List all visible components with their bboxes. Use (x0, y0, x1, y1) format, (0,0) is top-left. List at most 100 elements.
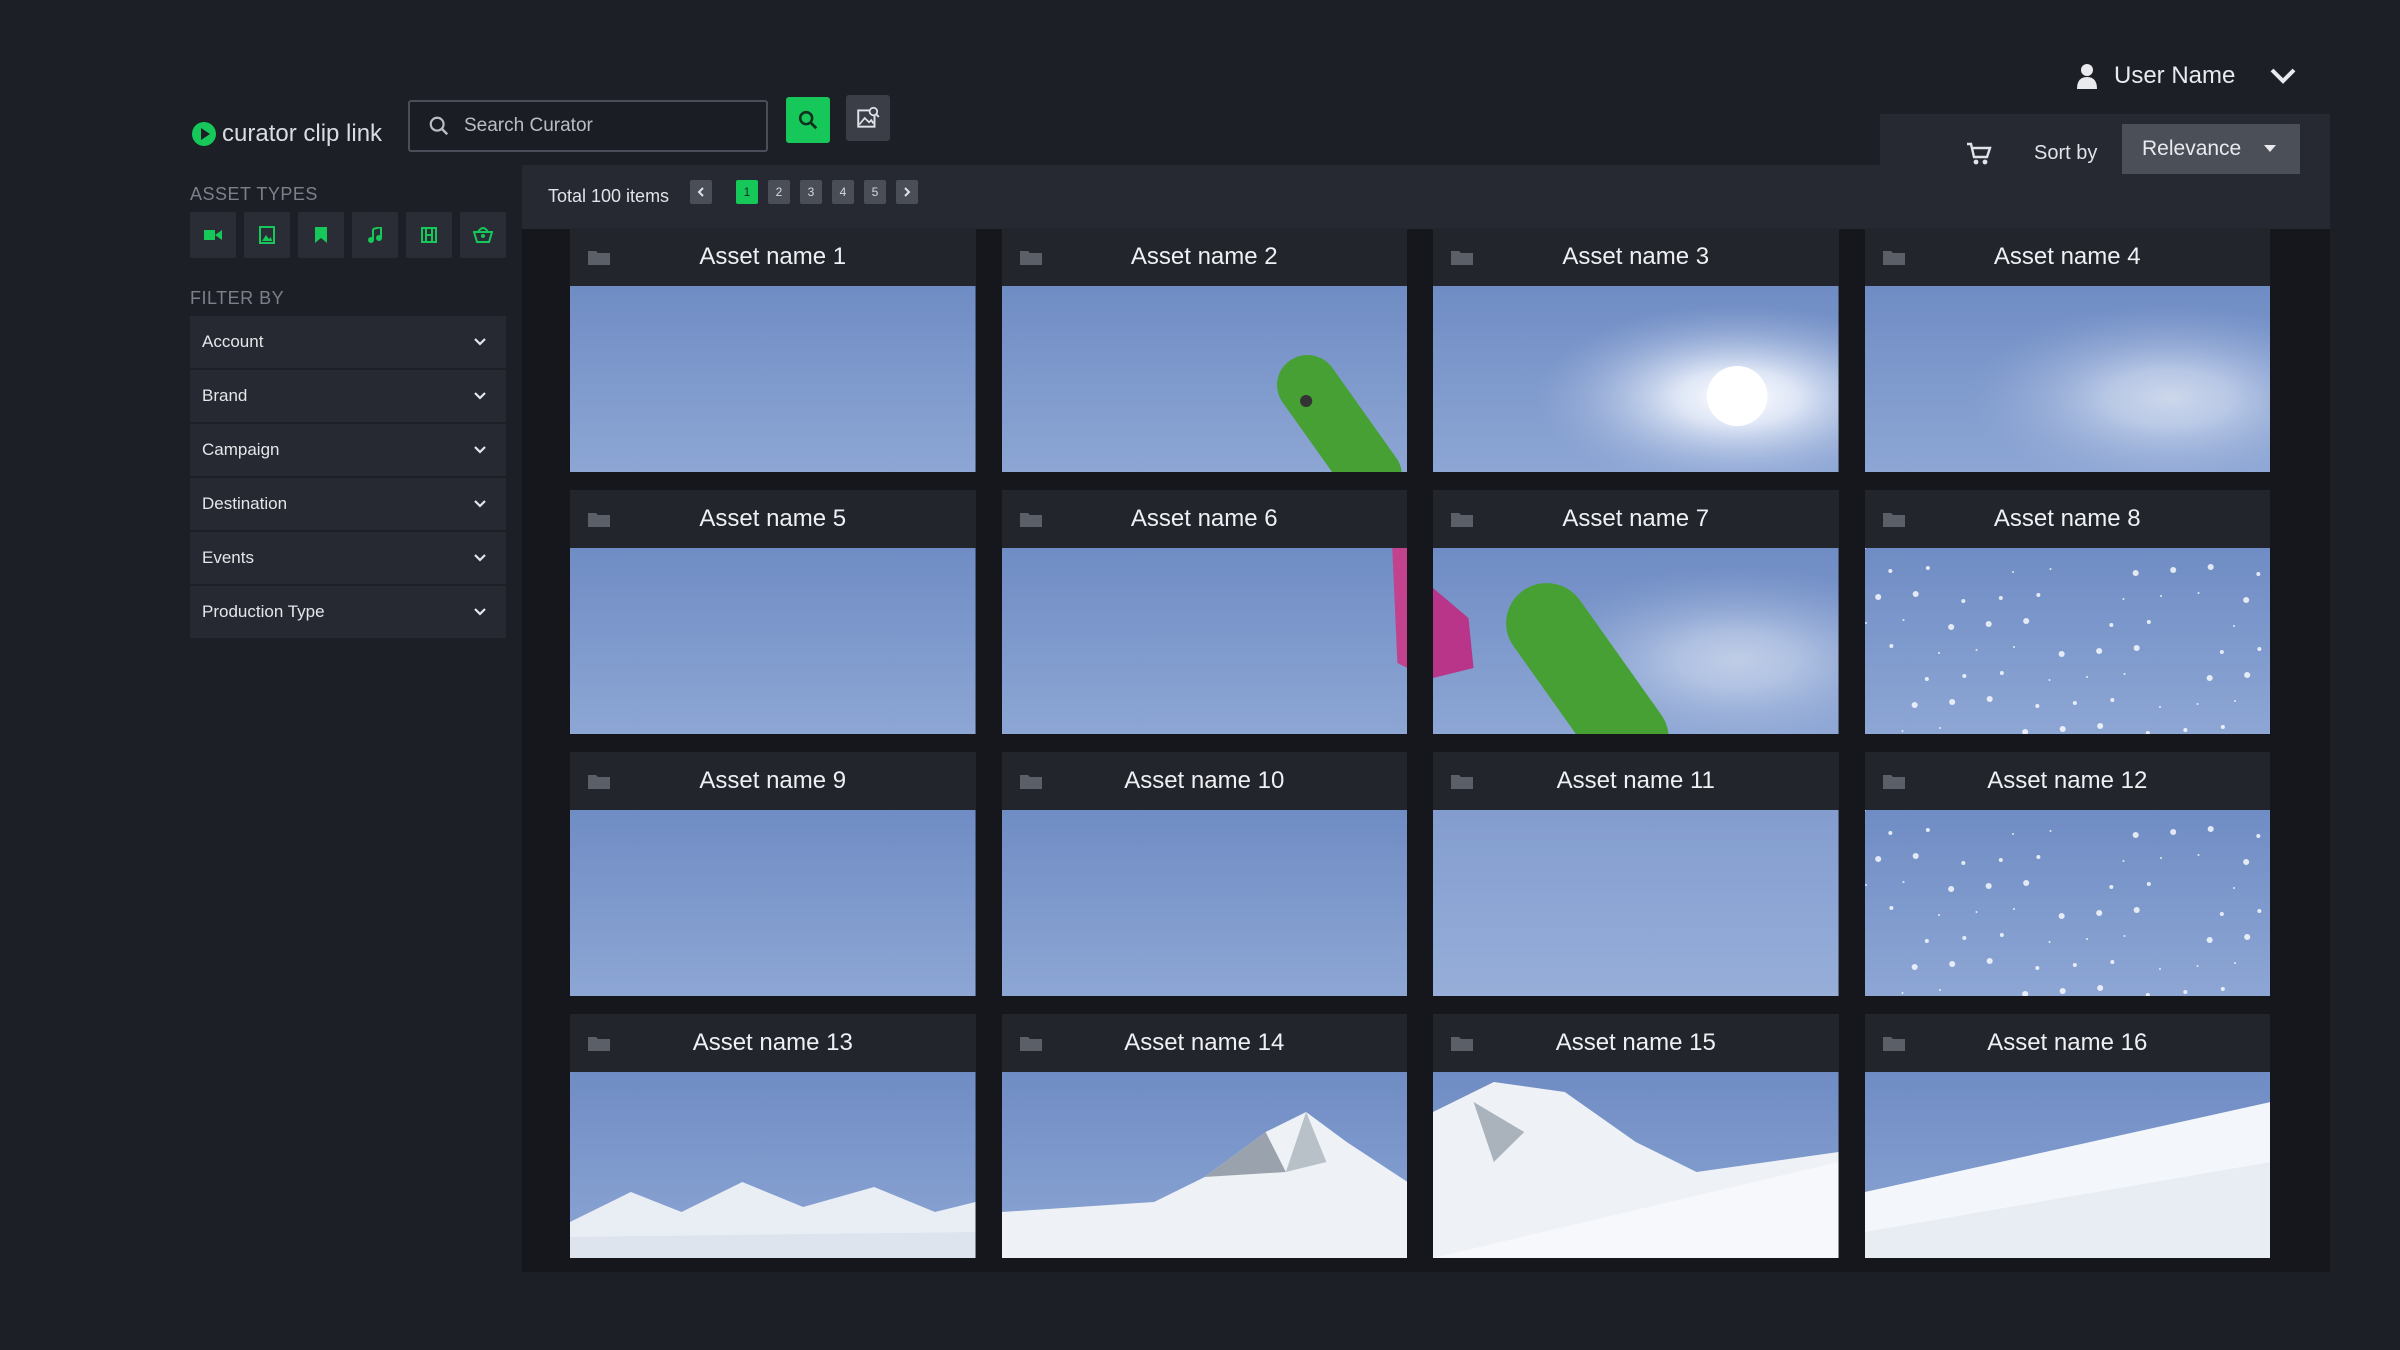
asset-type-audio[interactable] (352, 212, 398, 258)
user-icon (2077, 64, 2097, 89)
asset-thumbnail[interactable] (1001, 1072, 1407, 1258)
asset-name: Asset name 10 (1124, 767, 1285, 794)
asset-type-filters (190, 212, 506, 258)
asset-name: Asset name 6 (1130, 505, 1278, 532)
asset-thumbnail[interactable] (1864, 548, 2270, 734)
asset-card-header: Asset name 10 (1001, 752, 1407, 810)
asset-card-header: Asset name 9 (570, 752, 976, 810)
asset-thumbnail[interactable] (1433, 286, 1839, 472)
page-button-4[interactable]: 4 (832, 180, 854, 204)
asset-card[interactable]: Asset name 1 (570, 228, 976, 472)
asset-card[interactable]: Asset name 16 (1864, 1014, 2270, 1258)
prev-page-button[interactable] (690, 180, 712, 204)
asset-thumbnail[interactable] (1433, 1072, 1839, 1258)
search-button[interactable] (786, 97, 830, 143)
sort-value: Relevance (2142, 137, 2242, 160)
page-button-2[interactable]: 2 (768, 180, 790, 204)
asset-types-heading: ASSET TYPES (190, 184, 318, 204)
asset-thumbnail[interactable] (570, 1072, 976, 1258)
filter-list: Account Brand Campaign Destination Events Pro… (190, 316, 506, 640)
asset-thumbnail[interactable] (1001, 286, 1407, 472)
asset-card-header: Asset name 16 (1864, 1014, 2270, 1072)
asset-card-header: Asset name 1 (570, 228, 976, 286)
asset-type-film[interactable] (406, 212, 452, 258)
chevron-down-icon[interactable] (2269, 66, 2297, 86)
filter-label: Events (202, 548, 254, 567)
asset-thumbnail[interactable] (570, 810, 976, 996)
asset-card[interactable]: Asset name 2 (1001, 228, 1407, 472)
asset-name: Asset name 9 (699, 767, 847, 794)
asset-card-header: Asset name 6 (1001, 490, 1407, 548)
asset-thumbnail[interactable] (570, 286, 976, 472)
asset-card[interactable]: Asset name 9 (570, 752, 976, 996)
chevron-left-icon (697, 187, 704, 197)
filter-label: Campaign (202, 440, 280, 459)
asset-type-bookmark[interactable] (298, 212, 344, 258)
next-page-button[interactable] (896, 180, 918, 204)
film-icon (421, 227, 437, 243)
asset-name: Asset name 11 (1556, 767, 1715, 794)
asset-card[interactable]: Asset name 13 (570, 1014, 976, 1258)
asset-card[interactable]: Asset name 4 (1864, 228, 2270, 472)
asset-name: Asset name 5 (699, 505, 847, 532)
asset-card[interactable]: Asset name 15 (1433, 1014, 1839, 1258)
asset-thumbnail[interactable] (1433, 810, 1839, 996)
asset-card-header: Asset name 12 (1864, 752, 2270, 810)
asset-name: Asset name 4 (1993, 243, 2141, 270)
asset-card[interactable]: Asset name 11 (1433, 752, 1839, 996)
page-button-3[interactable]: 3 (800, 180, 822, 204)
cart-button[interactable] (1966, 142, 1992, 171)
filter-brand[interactable]: Brand (190, 370, 506, 424)
sort-dropdown[interactable]: Relevance (2122, 124, 2300, 174)
filter-campaign[interactable]: Campaign (190, 424, 506, 478)
asset-thumbnail[interactable] (1433, 548, 1839, 734)
page-button-1[interactable]: 1 (736, 180, 758, 204)
app-logo[interactable]: curator clip link (192, 120, 382, 148)
app-name: curator clip link (222, 120, 383, 147)
asset-type-image[interactable] (244, 212, 290, 258)
asset-card[interactable]: Asset name 10 (1001, 752, 1407, 996)
asset-thumbnail[interactable] (1001, 548, 1407, 734)
asset-name: Asset name 1 (699, 243, 847, 270)
asset-name: Asset name 15 (1555, 1029, 1716, 1056)
asset-thumbnail[interactable] (570, 548, 976, 734)
asset-card[interactable]: Asset name 7 (1433, 490, 1839, 734)
user-name: User Name (2114, 62, 2236, 89)
filter-events[interactable]: Events (190, 532, 506, 586)
search-icon (798, 110, 818, 130)
filter-production-type[interactable]: Production Type (190, 586, 506, 640)
chevron-right-icon (904, 187, 911, 197)
asset-thumbnail[interactable] (1001, 810, 1407, 996)
filter-by-heading: FILTER BY (190, 288, 285, 308)
asset-name: Asset name 3 (1562, 243, 1710, 270)
asset-card-header: Asset name 7 (1433, 490, 1839, 548)
asset-name: Asset name 13 (692, 1029, 853, 1056)
asset-name: Asset name 14 (1124, 1029, 1285, 1056)
asset-card[interactable]: Asset name 14 (1001, 1014, 1407, 1258)
asset-thumbnail[interactable] (1864, 286, 2270, 472)
search-input[interactable] (462, 114, 756, 138)
asset-type-collection[interactable] (460, 212, 506, 258)
page-button-5[interactable]: 5 (864, 180, 886, 204)
bookmark-icon (315, 227, 327, 243)
asset-card[interactable]: Asset name 6 (1001, 490, 1407, 734)
user-menu[interactable]: User Name (2076, 62, 2297, 90)
asset-thumbnail[interactable] (1864, 1072, 2270, 1258)
asset-grid: Asset name 1 Asset name 2 Asset name 3 A… (570, 228, 2270, 1258)
asset-name: Asset name 2 (1130, 243, 1278, 270)
asset-card[interactable]: Asset name 3 (1433, 228, 1839, 472)
chevron-down-icon (474, 554, 486, 562)
basket-icon (473, 227, 493, 243)
asset-thumbnail[interactable] (1864, 810, 2270, 996)
asset-card[interactable]: Asset name 12 (1864, 752, 2270, 996)
asset-card[interactable]: Asset name 5 (570, 490, 976, 734)
chevron-down-icon (474, 500, 486, 508)
asset-card[interactable]: Asset name 8 (1864, 490, 2270, 734)
filter-account[interactable]: Account (190, 316, 506, 370)
asset-type-video[interactable] (190, 212, 236, 258)
visual-search-button[interactable] (846, 95, 890, 141)
chevron-down-icon (474, 608, 486, 616)
filter-destination[interactable]: Destination (190, 478, 506, 532)
asset-card-header: Asset name 5 (570, 490, 976, 548)
filter-label: Account (202, 332, 264, 351)
